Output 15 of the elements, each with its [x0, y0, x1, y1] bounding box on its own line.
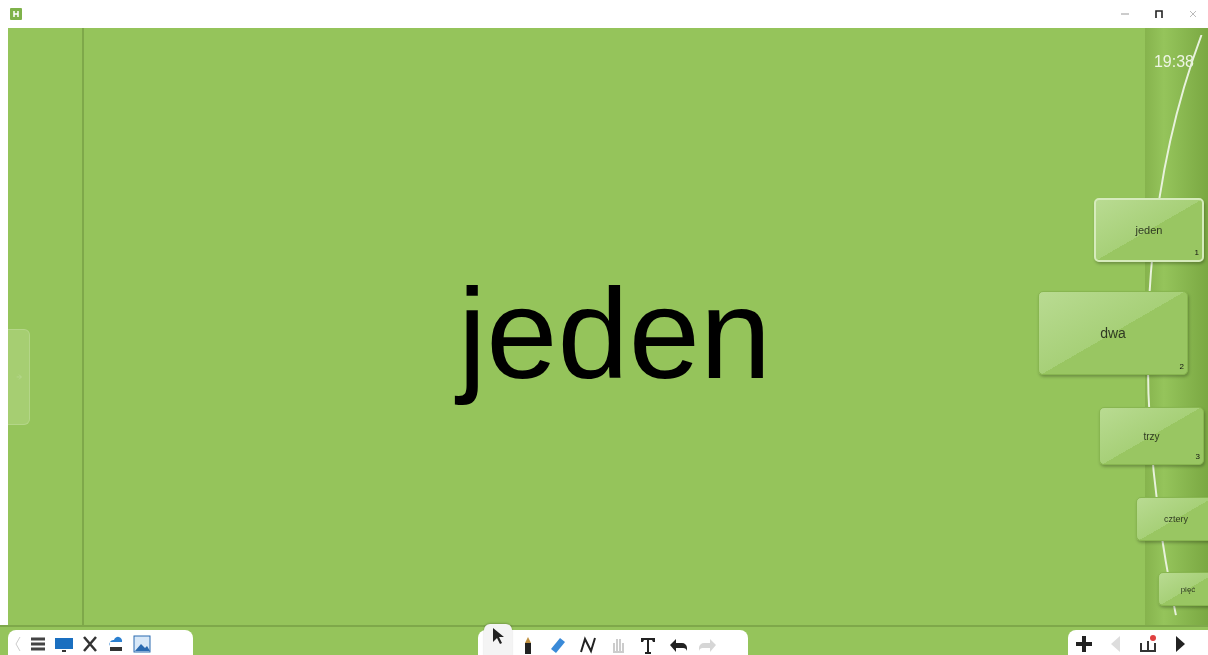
- add-icon[interactable]: [1074, 633, 1094, 654]
- slide-thumbnail[interactable]: trzy 3: [1099, 407, 1204, 465]
- restore-icon[interactable]: [1154, 9, 1164, 19]
- slide-thumbnail[interactable]: cztery: [1136, 497, 1208, 541]
- eraser-icon: [548, 635, 568, 655]
- text-icon: [638, 635, 658, 655]
- zigzag-icon: [578, 635, 598, 655]
- image-icon[interactable]: [132, 633, 152, 654]
- slide-thumbnail[interactable]: jeden 1: [1094, 198, 1204, 262]
- pointer-tool[interactable]: [484, 624, 512, 655]
- slide-thumbnail[interactable]: pięć: [1158, 572, 1208, 606]
- slide-text: jeden: [457, 261, 772, 407]
- app-icon: [10, 8, 22, 20]
- panel-toggle[interactable]: [8, 328, 30, 425]
- slide-thumbnail[interactable]: dwa 2: [1038, 291, 1188, 375]
